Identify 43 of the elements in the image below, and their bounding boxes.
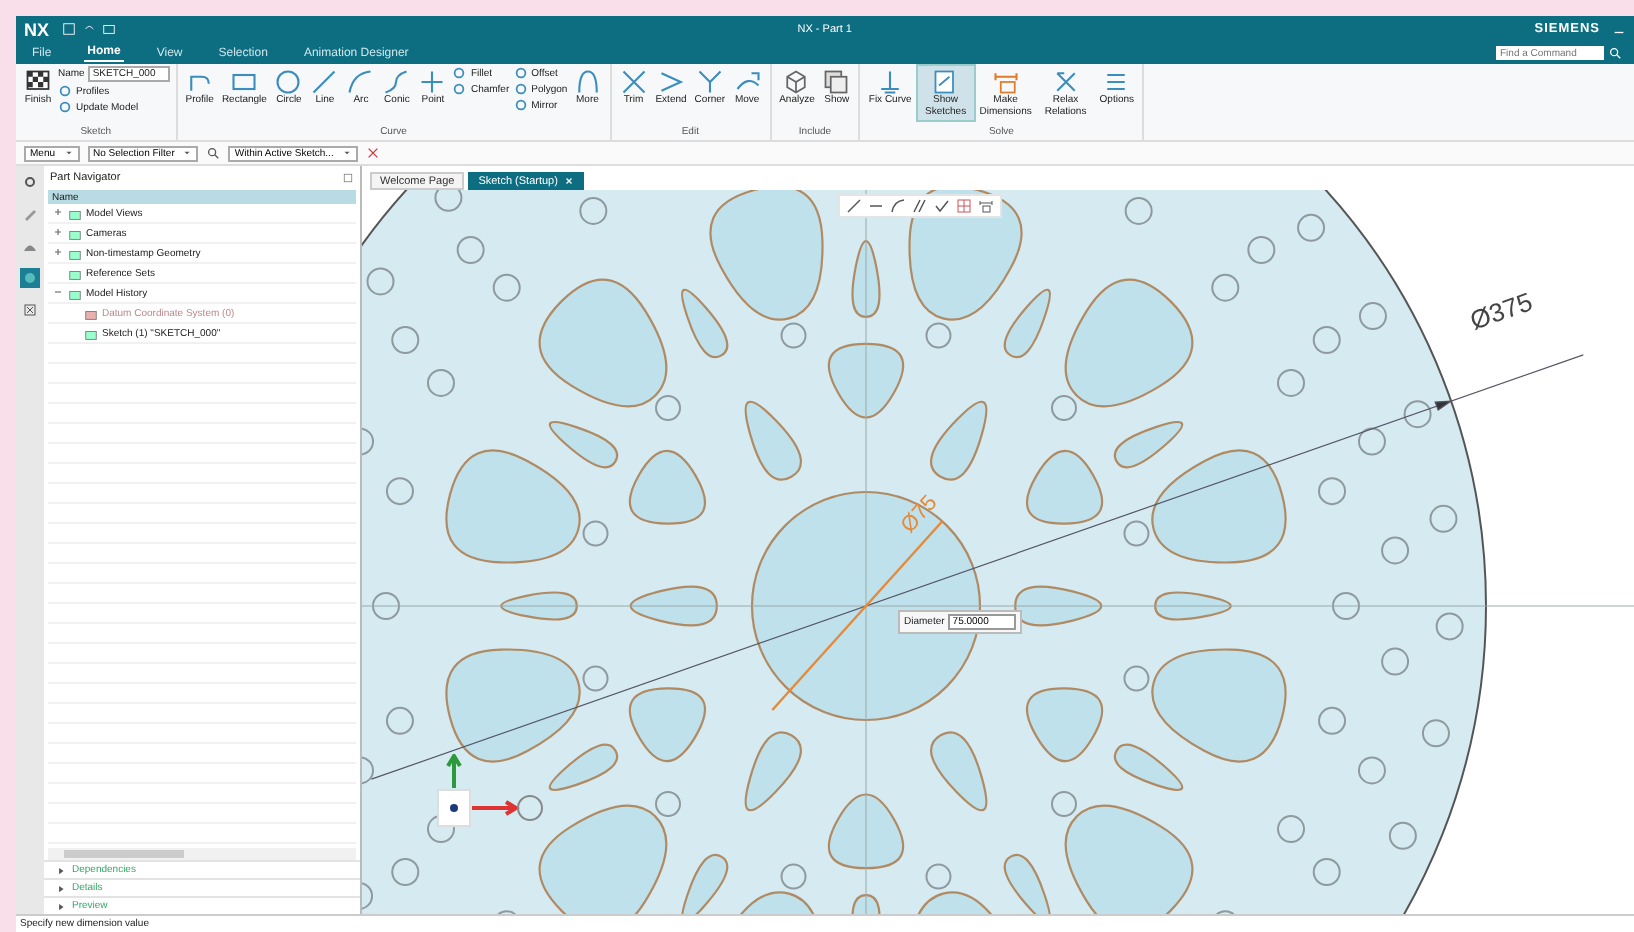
close-icon (563, 176, 574, 186)
globe-tab[interactable] (20, 268, 40, 288)
anchor-line-icon (876, 68, 905, 96)
caret-icon (341, 148, 352, 158)
caret-icon (182, 148, 193, 158)
globe-icon (22, 270, 38, 286)
app-logo: NX (24, 19, 50, 39)
restore-icon[interactable] (342, 172, 354, 184)
cross-box-icon (22, 302, 38, 318)
cross-icon (619, 68, 648, 96)
corner-icon (695, 68, 724, 96)
angle-icon (657, 68, 685, 96)
sketch-sheet-icon (931, 68, 960, 96)
parallel-lines-icon[interactable] (912, 198, 928, 214)
window-icon[interactable] (101, 22, 116, 36)
dimension-icon[interactable] (978, 198, 994, 214)
arch-icon (573, 68, 602, 96)
grid-icon[interactable] (956, 198, 972, 214)
minus-icon[interactable] (52, 286, 64, 298)
rectangle-icon (230, 68, 259, 96)
save-icon[interactable] (61, 22, 76, 36)
line-icon (310, 68, 339, 96)
circle-icon (274, 68, 303, 96)
dimension-label: Ø375 (1466, 286, 1537, 336)
plus-icon (418, 68, 447, 96)
arc-icon[interactable] (890, 198, 906, 214)
crossed-lines-icon (1051, 68, 1080, 96)
cross-box-tab[interactable] (20, 300, 40, 320)
cube-icon (782, 68, 811, 96)
caret-icon (63, 148, 74, 158)
plus-icon[interactable] (52, 226, 64, 238)
snap-icon[interactable] (365, 146, 380, 160)
curve-icon (382, 68, 411, 96)
plus-icon[interactable] (52, 206, 64, 218)
lines-icon (1102, 68, 1131, 96)
search-icon[interactable] (206, 146, 221, 160)
arc-icon (346, 68, 375, 96)
pencil-tab[interactable] (20, 204, 40, 224)
line-icon[interactable] (846, 198, 862, 214)
check-icon[interactable] (934, 198, 950, 214)
plus-icon[interactable] (52, 246, 64, 258)
pencil-icon (22, 206, 38, 222)
dimension-box-icon (991, 68, 1020, 96)
